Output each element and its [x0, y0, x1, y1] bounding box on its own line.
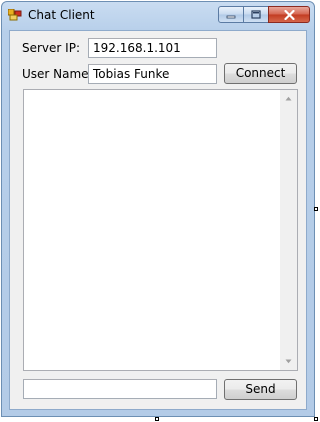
caption-buttons [218, 6, 310, 24]
maximize-button[interactable] [243, 6, 269, 23]
minimize-icon [226, 15, 236, 18]
scroll-down-arrow-icon [285, 359, 292, 364]
scroll-up-button[interactable] [280, 90, 297, 107]
server-ip-input[interactable]: 192.168.1.101 [88, 38, 217, 58]
server-ip-label: Server IP: [22, 41, 80, 55]
chat-log[interactable] [23, 89, 298, 371]
resize-handle-bottom[interactable] [155, 417, 159, 421]
title-bar[interactable]: Chat Client [2, 2, 314, 30]
connect-button[interactable]: Connect [224, 63, 297, 84]
user-name-label: User Name: [22, 67, 93, 81]
window-title: Chat Client [28, 8, 95, 22]
chat-client-window: Chat Client Server IP: 192.168.1.101 Use… [1, 1, 315, 417]
app-icon [8, 9, 22, 21]
close-button[interactable] [268, 6, 310, 23]
scroll-down-button[interactable] [280, 353, 297, 370]
message-input[interactable] [23, 379, 217, 399]
client-area: Server IP: 192.168.1.101 User Name: Tobi… [9, 30, 307, 410]
resize-handle-right[interactable] [314, 207, 318, 211]
chat-log-scrollbar[interactable] [280, 90, 297, 370]
close-icon [283, 9, 295, 20]
send-button[interactable]: Send [224, 379, 297, 400]
scroll-up-arrow-icon [285, 96, 292, 101]
maximize-icon [251, 10, 261, 19]
resize-handle-corner[interactable] [314, 417, 318, 421]
user-name-input[interactable]: Tobias Funke [88, 64, 217, 84]
minimize-button[interactable] [218, 6, 244, 23]
